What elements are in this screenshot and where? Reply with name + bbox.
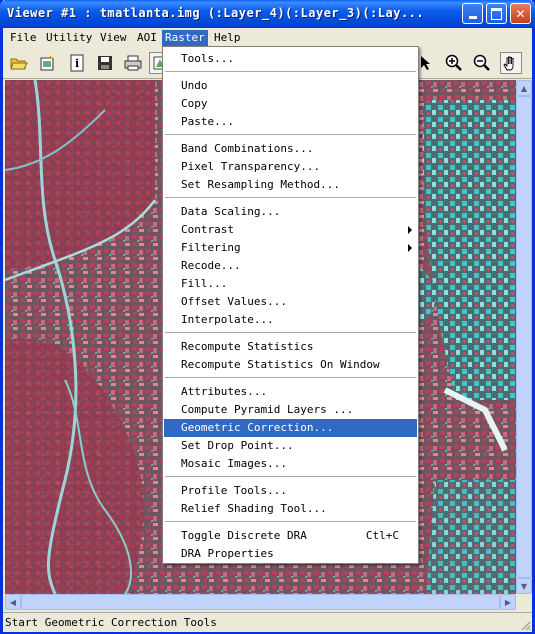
minimize-button[interactable] [462,3,483,24]
vertical-scrollbar[interactable]: ▲ ▼ [516,80,532,594]
svg-text:i: i [75,57,79,70]
menu-item-toggle-discrete-dra-label: Toggle Discrete DRA [181,529,307,542]
menu-item-recode[interactable]: Recode... [164,257,417,275]
menu-separator [165,134,416,135]
menu-item-relief-shading[interactable]: Relief Shading Tool... [164,500,417,518]
menu-item-copy[interactable]: Copy [164,95,417,113]
menu-item-filtering-label: Filtering [181,241,241,254]
save-icon [98,56,112,70]
title-bar[interactable]: Viewer #1 : tmatlanta.img (:Layer_4)(:La… [0,0,535,28]
menu-item-contrast[interactable]: Contrast [164,221,417,239]
vertical-scroll-thumb[interactable] [516,96,532,578]
menu-item-mosaic-images[interactable]: Mosaic Images... [164,455,417,473]
menu-item-pixel-transparency[interactable]: Pixel Transparency... [164,158,417,176]
horizontal-scroll-thumb[interactable] [21,594,500,610]
horizontal-scrollbar[interactable]: ◀ ▶ [5,594,516,610]
menu-item-contrast-label: Contrast [181,223,234,236]
menu-separator [165,521,416,522]
menu-item-offset-values[interactable]: Offset Values... [164,293,417,311]
menu-item-interpolate[interactable]: Interpolate... [164,311,417,329]
pan-button[interactable] [500,52,522,74]
menu-item-recompute-statistics-window[interactable]: Recompute Statistics On Window [164,356,417,374]
menu-separator [165,71,416,72]
menu-item-undo[interactable]: Undo [164,77,417,95]
scroll-right-button[interactable]: ▶ [500,594,516,610]
menu-raster[interactable]: Raster [162,30,208,46]
menu-utility[interactable]: Utility [43,30,95,46]
menu-item-attributes[interactable]: Attributes... [164,383,417,401]
menu-help[interactable]: Help [211,30,244,46]
zoom-out-button[interactable] [471,52,493,74]
new-file-icon [40,55,54,71]
menu-item-shortcut: Ctl+C [365,529,399,542]
print-icon [124,55,142,71]
arrow-cursor-icon [421,56,430,70]
scroll-left-button[interactable]: ◀ [5,594,21,610]
maximize-icon [491,7,502,20]
scroll-down-button[interactable]: ▼ [516,578,532,594]
menu-item-filtering[interactable]: Filtering [164,239,417,257]
submenu-arrow-icon [408,244,412,252]
menu-item-set-drop-point[interactable]: Set Drop Point... [164,437,417,455]
menu-separator [165,197,416,198]
menu-item-dra-properties[interactable]: DRA Properties [164,545,417,563]
menu-item-profile-tools[interactable]: Profile Tools... [164,482,417,500]
menu-item-recompute-statistics[interactable]: Recompute Statistics [164,338,417,356]
maximize-button[interactable] [486,3,507,24]
scrollbar-corner [516,594,532,610]
save-button[interactable] [94,52,116,74]
viewer-window: Viewer #1 : tmatlanta.img (:Layer_4)(:La… [0,0,535,634]
menu-view[interactable]: View [97,30,130,46]
zoom-in-button[interactable] [443,52,465,74]
menu-separator [165,332,416,333]
pan-hand-icon [503,56,514,71]
menu-separator [165,476,416,477]
new-file-button[interactable] [37,52,59,74]
close-icon: ✕ [515,6,526,21]
menu-item-tools[interactable]: Tools... [164,50,417,68]
menu-item-set-resampling[interactable]: Set Resampling Method... [164,176,417,194]
menu-separator [165,377,416,378]
menu-item-toggle-discrete-dra[interactable]: Toggle Discrete DRA Ctl+C [164,527,417,545]
open-folder-icon [10,58,28,70]
minimize-icon [468,16,477,19]
print-button[interactable] [122,52,144,74]
zoom-in-icon [445,54,462,71]
menu-file[interactable]: File [7,30,40,46]
menu-item-geometric-correction[interactable]: Geometric Correction... [164,419,417,437]
menu-item-compute-pyramid[interactable]: Compute Pyramid Layers ... [164,401,417,419]
info-icon: i [70,54,84,72]
scroll-up-button[interactable]: ▲ [516,80,532,96]
menu-item-fill[interactable]: Fill... [164,275,417,293]
menu-item-data-scaling[interactable]: Data Scaling... [164,203,417,221]
menu-item-band-combinations[interactable]: Band Combinations... [164,140,417,158]
status-text: Start Geometric Correction Tools [5,616,217,629]
resize-grip-icon[interactable] [519,619,531,631]
raster-menu: Tools... Undo Copy Paste... Band Combina… [162,46,419,564]
zoom-out-icon [473,54,490,71]
close-button[interactable]: ✕ [510,3,531,24]
status-bar: Start Geometric Correction Tools [3,612,532,632]
menu-item-paste[interactable]: Paste... [164,113,417,131]
info-button[interactable]: i [66,52,88,74]
open-folder-button[interactable] [8,52,30,74]
submenu-arrow-icon [408,226,412,234]
window-title: Viewer #1 : tmatlanta.img (:Layer_4)(:La… [7,6,425,20]
menu-aoi[interactable]: AOI [134,30,160,46]
